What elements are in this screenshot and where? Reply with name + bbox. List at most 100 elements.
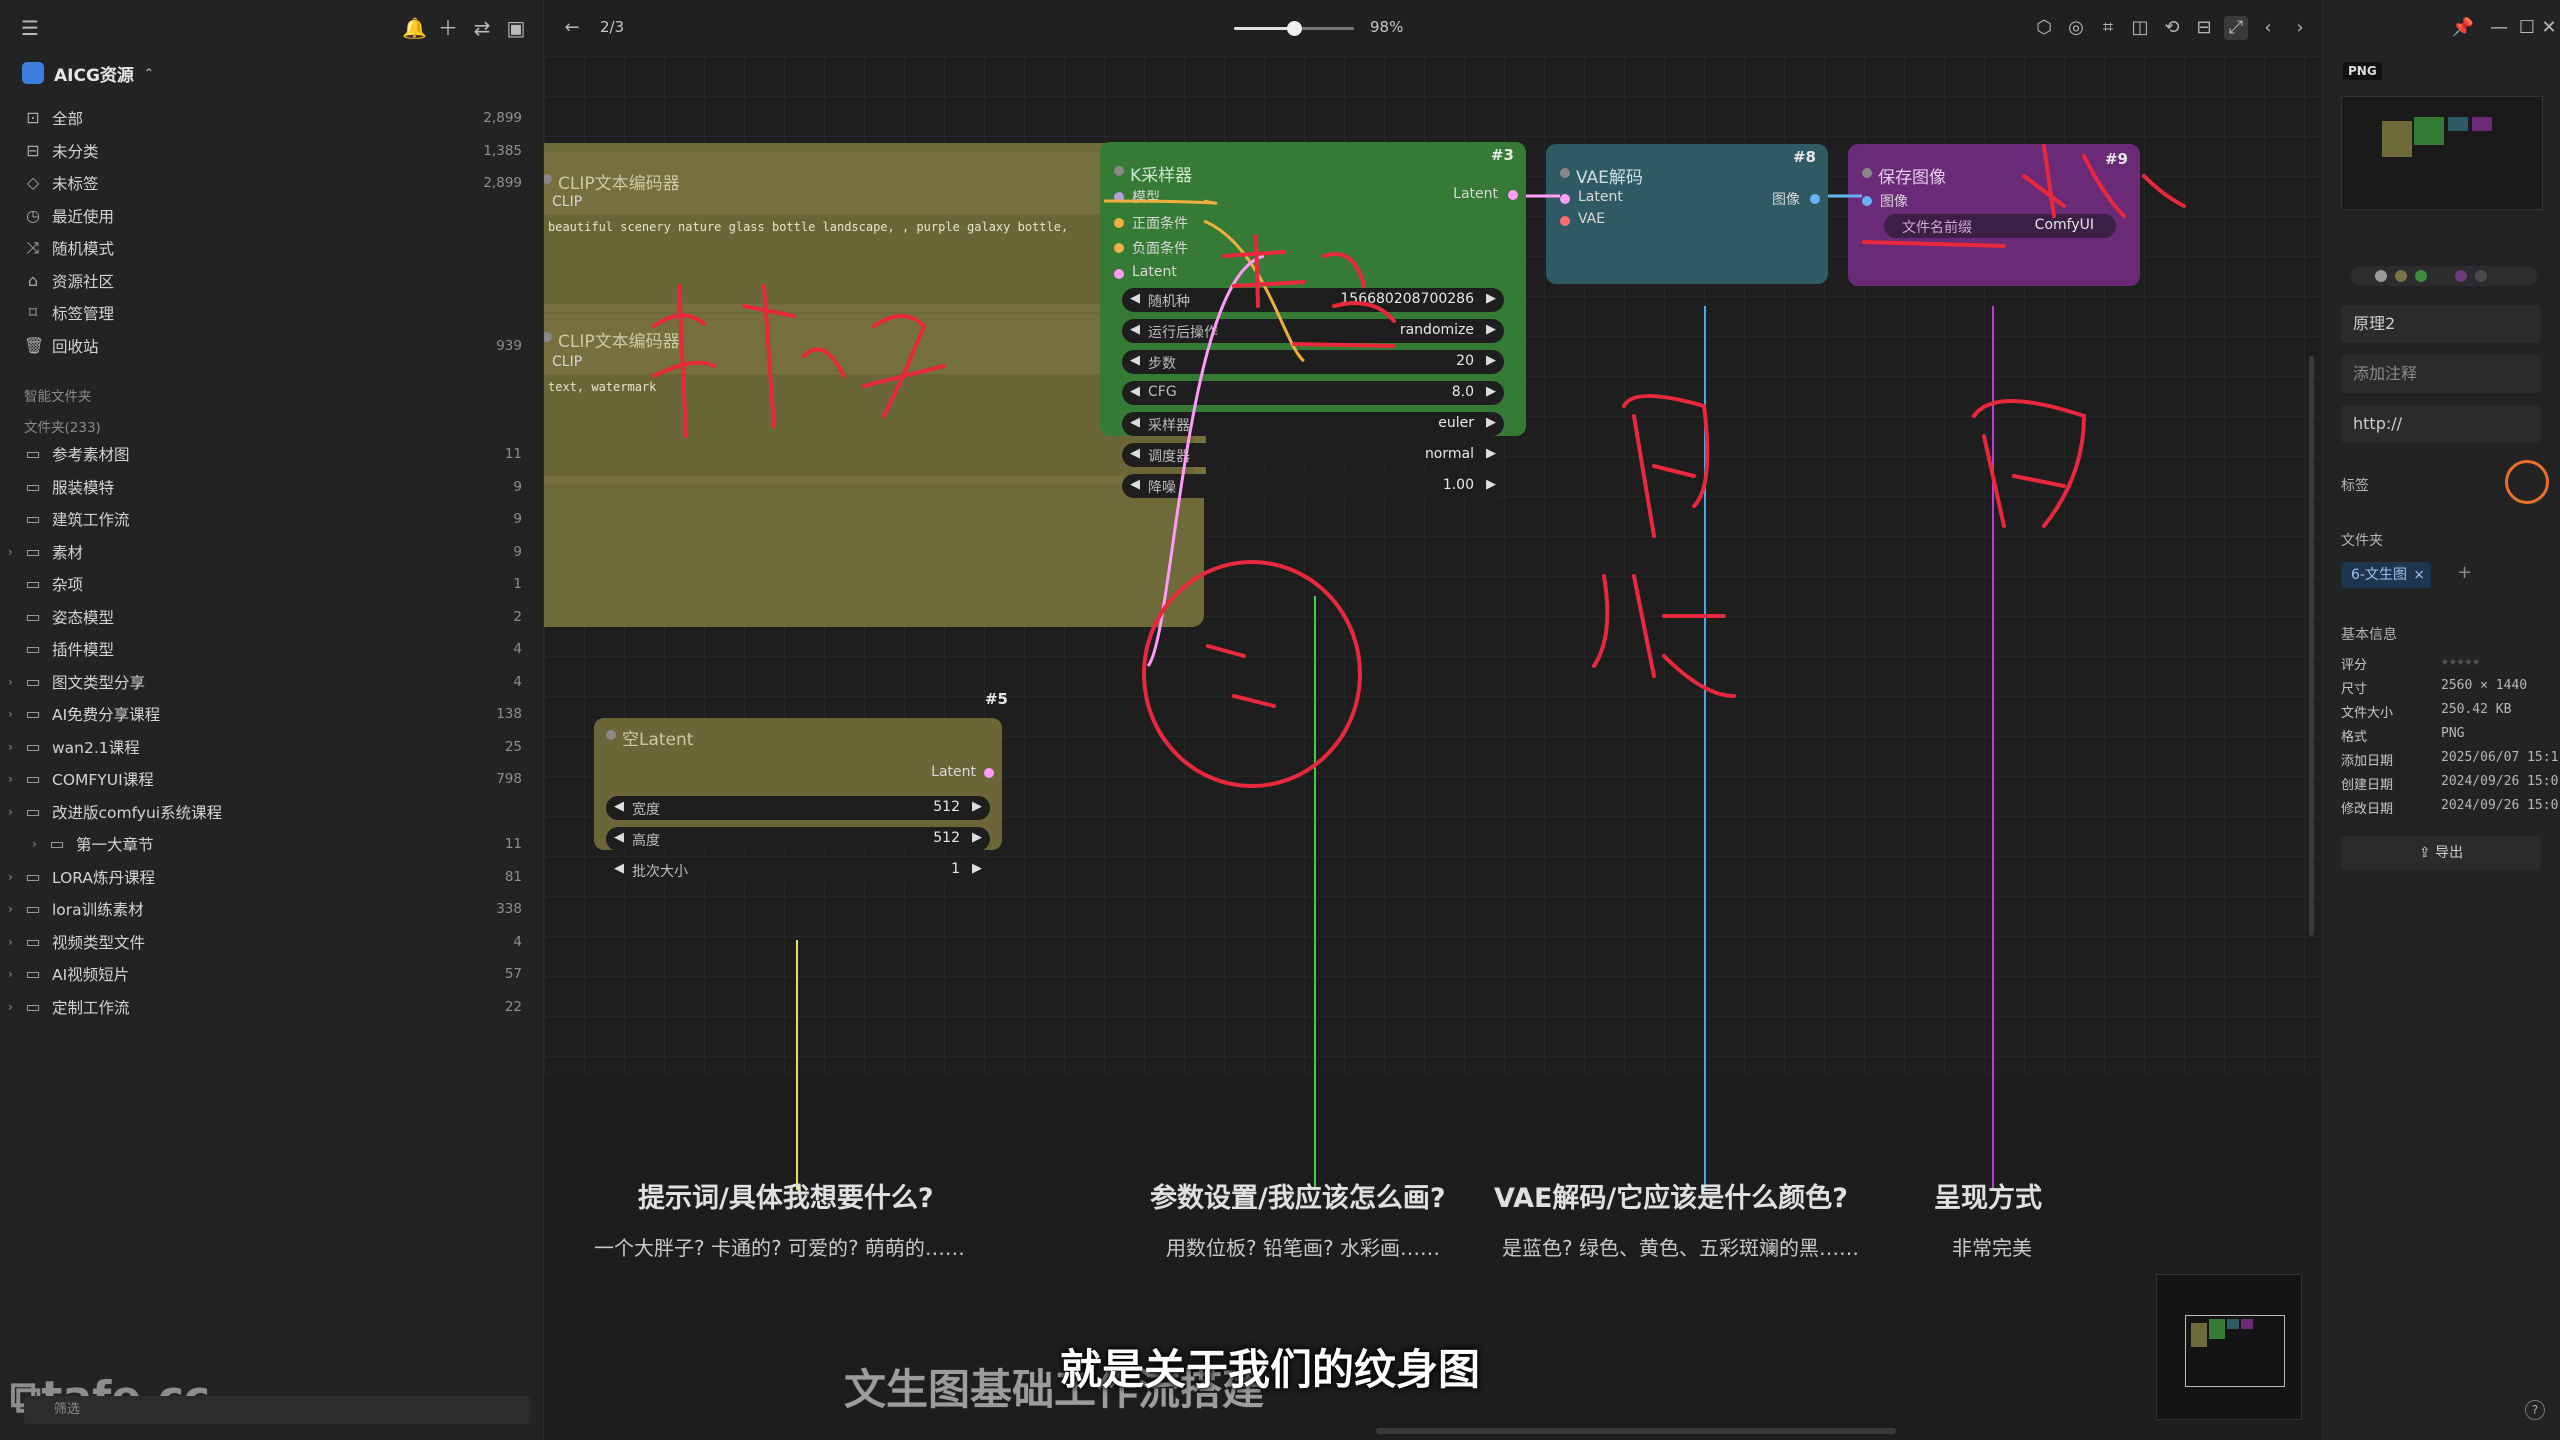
chevron-right-icon[interactable]: › [32, 837, 37, 851]
minimize-icon[interactable]: — [2487, 16, 2511, 40]
chevron-right-icon[interactable]: › [8, 967, 13, 981]
image-thumbnail[interactable] [2341, 96, 2543, 210]
minimap[interactable] [2156, 1274, 2302, 1420]
back-arrow-icon[interactable]: ← [560, 16, 584, 40]
ocr-icon[interactable]: ◎ [2064, 16, 2088, 40]
sidebar-topbar: ☰ 🔔 ＋ ⇄ ▣ [0, 0, 544, 56]
folder-icon: ▭ [25, 996, 41, 1016]
folder-icon: ▭ [25, 671, 41, 691]
zoom-slider[interactable] [1234, 21, 1354, 36]
sidebar-item[interactable]: ⌂ 资源社区 [0, 265, 544, 297]
library-switcher[interactable]: AICG资源 ⌃ [22, 60, 154, 86]
folder-item[interactable]: › ▭ COMFYUI课程 798 [0, 763, 544, 795]
color-palette[interactable] [2351, 266, 2537, 286]
filter-input[interactable]: 筛选 [24, 1396, 530, 1424]
folder-item[interactable]: › ▭ 定制工作流 22 [0, 991, 544, 1023]
chevron-right-icon[interactable]: › [8, 1000, 13, 1014]
chip-close-icon[interactable]: × [2413, 562, 2425, 588]
folder-item-label: lora训练素材 [52, 901, 144, 919]
folder-item-label: 杂项 [52, 576, 84, 594]
zoom-slider-knob[interactable] [1287, 21, 1302, 36]
sidebar-item[interactable]: ◷ 最近使用 [0, 200, 544, 232]
add-folder-icon[interactable]: + [2457, 562, 2472, 583]
folder-icon: ▭ [25, 639, 41, 658]
sidebar-item[interactable]: ◇ 未标签 2,899 [0, 167, 544, 199]
horizontal-scrollbar[interactable] [1376, 1428, 1896, 1434]
plugin-icon[interactable]: ⬡ [2032, 16, 2056, 40]
folder-item[interactable]: › ▭ AI视频短片 57 [0, 958, 544, 990]
folder-item-label: 服装模特 [52, 478, 115, 497]
folder-item[interactable]: › ▭ wan2.1课程 25 [0, 731, 544, 763]
sidebar-item-label: 未标签 [52, 175, 99, 193]
maximize-icon[interactable]: ☐ [2515, 16, 2539, 40]
chevron-right-icon[interactable]: › [8, 545, 13, 559]
folder-item[interactable]: › ▭ 第一大章节 11 [0, 828, 544, 860]
bell-icon[interactable]: 🔔 [402, 16, 427, 40]
folder-item[interactable]: ▭ 姿态模型 2 [0, 601, 544, 633]
add-icon[interactable]: ＋ [436, 16, 460, 40]
unsorted-icon: ⊟ [26, 140, 40, 160]
folder-item[interactable]: › ▭ AI免费分享课程 138 [0, 698, 544, 730]
chevron-right-icon[interactable]: › [8, 675, 13, 689]
folder-item[interactable]: ▭ 插件模型 4 [0, 633, 544, 665]
info-row: 修改日期 2024/09/26 15:0 [2341, 798, 2559, 817]
shuffle-icon: ⤨ [26, 238, 40, 257]
caption-output-sub: 非常完美 [1952, 1236, 2032, 1260]
folder-item-label: 姿态模型 [52, 608, 115, 627]
prev-icon[interactable]: ‹ [2256, 16, 2280, 40]
folder-item[interactable]: › ▭ LORA炼丹课程 81 [0, 861, 544, 893]
swap-icon[interactable]: ⇄ [470, 16, 494, 40]
sidebar-toggle-icon[interactable]: ▣ [504, 16, 528, 40]
folder-item[interactable]: ▭ 参考素材图 11 [0, 438, 544, 470]
chevron-right-icon[interactable]: › [8, 870, 13, 884]
chevron-right-icon[interactable]: › [8, 772, 13, 786]
sidebar-item[interactable]: ⊡ 全部 2,899 [0, 102, 544, 134]
chevron-right-icon[interactable]: › [8, 902, 13, 916]
folder-item[interactable]: ▭ 服装模特 9 [0, 471, 544, 503]
folder-item[interactable]: › ▭ 图文类型分享 4 [0, 666, 544, 698]
fit-icon[interactable]: ⤢ [2224, 16, 2248, 40]
sidebar-item[interactable]: 🗑 回收站 939 [0, 330, 544, 362]
compare-icon[interactable]: ⊟ [2192, 16, 2216, 40]
close-icon[interactable]: ✕ [2537, 16, 2560, 40]
folder-icon: ▭ [25, 541, 41, 561]
rotate-icon[interactable]: ⟲ [2160, 16, 2184, 40]
folder-item-count: 9 [513, 543, 522, 560]
chevron-right-icon[interactable]: › [8, 707, 13, 721]
folder-item[interactable]: › ▭ lora训练素材 338 [0, 893, 544, 925]
name-field[interactable]: 原理2 [2341, 305, 2541, 343]
folder-item[interactable]: ▭ 杂项 1 [0, 568, 544, 600]
sidebar-item[interactable]: ⌑ 标签管理 [0, 297, 544, 329]
canvas-scrollbar[interactable] [2309, 356, 2314, 936]
folder-item[interactable]: › ▭ 视频类型文件 4 [0, 926, 544, 958]
menu-icon[interactable]: ☰ [18, 16, 42, 40]
chevron-right-icon[interactable]: › [8, 935, 13, 949]
folder-item-label: 建筑工作流 [52, 511, 130, 529]
folder-item[interactable]: › ▭ 改进版comfyui系统课程 [0, 796, 544, 828]
sidebar-item[interactable]: ⤨ 随机模式 [0, 232, 544, 264]
pin-icon[interactable]: 📌 [2451, 16, 2475, 40]
folder-chip[interactable]: 6-文生图 × [2341, 562, 2431, 588]
note-field[interactable]: 添加注释 [2341, 355, 2541, 393]
crop-icon[interactable]: ⌗ [2096, 16, 2120, 40]
help-button[interactable]: ? [2525, 1400, 2545, 1420]
folder-item[interactable]: › ▭ 素材 9 [0, 536, 544, 568]
format-badge: PNG [2343, 62, 2382, 80]
folder-item-count: 11 [504, 836, 522, 852]
url-field[interactable]: http:// [2341, 405, 2541, 443]
folder-item-label: 定制工作流 [52, 998, 130, 1017]
folders-heading: 文件夹(233) [24, 420, 101, 436]
folder-item[interactable]: ▭ 建筑工作流 9 [0, 503, 544, 535]
chevron-right-icon[interactable]: › [8, 805, 13, 819]
folder-item-count: 81 [504, 868, 522, 885]
folder-item-count: 9 [513, 478, 522, 495]
folder-icon: ▭ [49, 834, 65, 853]
zoom-slider-fill [1234, 27, 1294, 30]
next-icon[interactable]: › [2288, 16, 2312, 40]
flip-icon[interactable]: ◫ [2128, 16, 2152, 40]
export-button[interactable]: ⇪ 导出 [2341, 836, 2541, 870]
info-row: 评分 ★★★★★ [2341, 654, 2481, 673]
chevron-right-icon[interactable]: › [8, 740, 13, 754]
sidebar-item[interactable]: ⊟ 未分类 1,385 [0, 135, 544, 167]
folder-label: 文件夹 [2341, 533, 2383, 549]
